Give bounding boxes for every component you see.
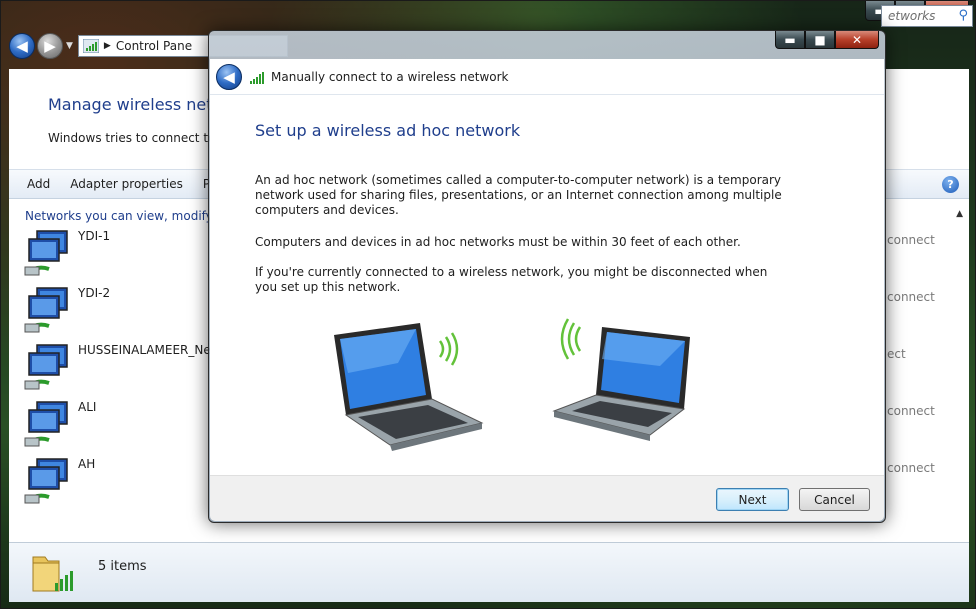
wireless-signal-icon	[250, 70, 266, 84]
network-list-item[interactable]: YDI-1	[21, 229, 211, 279]
page-description: Windows tries to connect to	[48, 131, 216, 145]
status-bar: 5 items	[9, 542, 969, 602]
recent-pages-dropdown-icon[interactable]: ▼	[66, 41, 73, 51]
network-name: HUSSEINALAMEER_Ne	[78, 343, 211, 357]
help-icon[interactable]: ?	[942, 176, 959, 193]
networks-section-header[interactable]: Networks you can view, modify,	[25, 209, 217, 223]
network-connection-status: connect	[887, 290, 935, 304]
search-icon[interactable]: ⚲	[958, 8, 968, 23]
network-name: YDI-1	[78, 229, 111, 243]
dialog-caption-buttons: ▬ ■ ✕	[775, 31, 879, 49]
dialog-maximize-button[interactable]: ■	[805, 31, 835, 49]
add-button[interactable]: Add	[27, 177, 50, 191]
collapse-arrow-icon[interactable]: ▲	[956, 209, 963, 219]
dialog-title: Manually connect to a wireless network	[271, 69, 509, 84]
dialog-paragraph: Computers and devices in ad hoc networks…	[255, 235, 741, 249]
network-connection-status: connect	[887, 233, 935, 247]
next-button[interactable]: Next	[716, 488, 789, 511]
search-input[interactable]: etworks ⚲	[881, 5, 973, 27]
network-connection-status: ect	[887, 347, 906, 361]
back-arrow-icon[interactable]: ◀	[9, 33, 35, 59]
search-placeholder: etworks	[888, 9, 936, 23]
wireless-network-icon	[24, 230, 68, 276]
folder-network-icon	[32, 556, 73, 592]
dialog-paragraph: If you're currently connected to a wirel…	[255, 265, 768, 294]
breadcrumb-control-panel[interactable]: Control Pane	[116, 39, 192, 53]
back-arrow-icon[interactable]: ◀	[216, 63, 242, 90]
laptop-illustration-icon	[552, 318, 690, 441]
network-list-item[interactable]: HUSSEINALAMEER_Ne	[21, 343, 211, 393]
laptop-illustration-icon	[334, 323, 484, 451]
breadcrumb-separator-icon[interactable]: ▶	[104, 41, 111, 51]
page-title: Manage wireless netw	[48, 95, 226, 114]
dialog-minimize-button[interactable]: ▬	[775, 31, 805, 49]
network-name: YDI-2	[78, 286, 111, 300]
wireless-network-icon	[24, 458, 68, 504]
wireless-network-icon	[24, 287, 68, 333]
network-list-item[interactable]: YDI-2	[21, 286, 211, 336]
dialog-body: Set up a wireless ad hoc network An ad h…	[210, 95, 884, 475]
network-list-item[interactable]: ALI	[21, 400, 211, 450]
adapter-properties-button[interactable]: Adapter properties	[70, 177, 183, 191]
item-count: 5 items	[98, 559, 147, 574]
wireless-network-icon	[24, 344, 68, 390]
manual-connect-dialog: ▬ ■ ✕ ◀ Manually connect to a wireless n…	[208, 30, 886, 523]
dialog-heading: Set up a wireless ad hoc network	[255, 121, 521, 140]
cancel-button[interactable]: Cancel	[799, 488, 870, 511]
network-name: ALI	[78, 400, 97, 414]
dialog-header: ◀ Manually connect to a wireless network	[210, 59, 884, 95]
network-connection-status: connect	[887, 404, 935, 418]
network-name: AH	[78, 457, 96, 471]
network-signal-icon	[82, 39, 99, 53]
dialog-paragraph: An ad hoc network (sometimes called a co…	[255, 173, 782, 217]
network-connection-status: connect	[887, 461, 935, 475]
dialog-footer: Next Cancel	[210, 475, 884, 521]
wireless-network-icon	[24, 401, 68, 447]
network-list-item[interactable]: AH	[21, 457, 211, 507]
forward-arrow-icon[interactable]: ▶	[37, 33, 63, 59]
dialog-close-button[interactable]: ✕	[835, 31, 879, 49]
